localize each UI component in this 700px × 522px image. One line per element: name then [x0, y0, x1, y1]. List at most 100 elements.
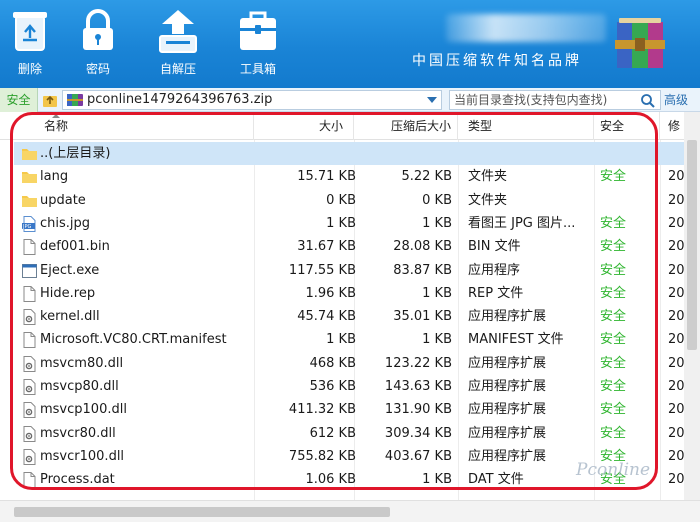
folder-icon [22, 169, 37, 185]
file-compressed-size: 309.34 KB [384, 425, 452, 441]
file-size: 31.67 KB [297, 239, 356, 255]
file-size: 1 KB [326, 215, 356, 231]
file-name: Process.dat [40, 472, 115, 488]
self-extract-button[interactable]: 自解压 [148, 4, 208, 84]
table-row[interactable]: Microsoft.VC80.CRT.manifest 1 KB 1 KB MANIF… [14, 328, 700, 351]
watermark-text: Pconline [576, 460, 651, 480]
file-size [256, 142, 356, 165]
column-name-label: 名称 [44, 119, 69, 133]
horizontal-scroll-thumb[interactable] [14, 507, 390, 517]
table-row[interactable]: def001.bin 31.67 KB 28.08 KB BIN 文件 安全 20 [14, 235, 700, 258]
advanced-search-link[interactable]: 高级 [664, 88, 688, 112]
main-toolbar: 删除 密码 自解压 工具箱 中国压缩软件知名品牌 [0, 0, 700, 88]
file-name: update [40, 192, 86, 208]
file-name: ..(上层目录) [40, 146, 111, 161]
file-type: 应用程序 [468, 262, 521, 278]
column-compressed-label: 压缩后大小 [390, 119, 451, 133]
toolbox-button[interactable]: 工具箱 [228, 4, 288, 84]
padlock-icon [83, 9, 113, 50]
file-type: 文件夹 [468, 169, 508, 185]
file-compressed-size: 83.87 KB [393, 262, 452, 278]
column-name[interactable]: 名称 [14, 112, 254, 140]
password-button-label: 密码 [85, 62, 110, 76]
file-compressed-size: 1 KB [422, 472, 452, 488]
search-box [449, 90, 661, 110]
address-bar: 安全 pconline1479264396763.zip 高级 [0, 88, 700, 112]
search-input[interactable] [454, 92, 634, 108]
table-row[interactable]: lang 15.71 KB 5.22 KB 文件夹 安全 20 [14, 165, 700, 188]
table-row[interactable]: JPG chis.jpg 1 KB 1 KB 看图王 JPG 图片... 安全 20 [14, 212, 700, 235]
safe-tag: 安全 [0, 88, 38, 112]
file-name: chis.jpg [40, 215, 91, 231]
brand-slogan: 中国压缩软件知名品牌 [412, 53, 582, 69]
vertical-scroll-thumb[interactable] [687, 140, 697, 350]
table-row[interactable]: msvcm80.dll 468 KB 123.22 KB 应用程序扩展 安全 20 [14, 352, 700, 375]
search-icon[interactable] [640, 93, 656, 109]
svg-text:JPG: JPG [22, 224, 31, 230]
file-type: 应用程序扩展 [468, 402, 547, 418]
file-type: 看图王 JPG 图片... [468, 215, 576, 231]
file-icon [22, 285, 37, 302]
file-size: 755.82 KB [288, 448, 356, 464]
vertical-scrollbar[interactable] [684, 112, 700, 500]
winrar-books-icon [615, 18, 665, 68]
horizontal-scrollbar[interactable] [0, 500, 700, 522]
table-row[interactable]: kernel.dll 45.74 KB 35.01 KB 应用程序扩展 安全 20 [14, 305, 700, 328]
file-icon [22, 472, 37, 489]
safety-status: 安全 [600, 355, 627, 371]
column-modified[interactable]: 修 [660, 112, 684, 140]
file-name: Eject.exe [40, 262, 100, 278]
folder-icon [22, 193, 37, 209]
file-size: 1.06 KB [305, 472, 356, 488]
file-name: kernel.dll [40, 309, 100, 325]
password-button[interactable]: 密码 [68, 4, 128, 84]
table-row[interactable]: update 0 KB 0 KB 文件夹 20 [14, 189, 700, 212]
table-row[interactable]: Eject.exe 117.55 KB 83.87 KB 应用程序 安全 20 [14, 259, 700, 282]
file-icon [22, 332, 37, 349]
archive-path-text: pconline1479264396763.zip [87, 92, 273, 107]
dll-icon [22, 355, 37, 372]
delete-button-label: 删除 [17, 62, 42, 76]
dll-icon [22, 379, 37, 395]
file-compressed-size: 143.63 KB [384, 379, 452, 394]
column-modified-label: 修 [668, 119, 681, 133]
file-list: 名称 大小 压缩后大小 类型 安全 修 ..(上层目录) lang 15.71 KB… [0, 112, 700, 500]
chevron-down-icon[interactable] [427, 97, 437, 103]
file-compressed-size: 1 KB [422, 285, 452, 301]
self-extract-icon [159, 10, 197, 53]
column-type[interactable]: 类型 [458, 112, 594, 140]
column-header: 名称 大小 压缩后大小 类型 安全 修 [0, 112, 700, 140]
path-combobox[interactable]: pconline1479264396763.zip [62, 90, 442, 110]
safety-status: 安全 [600, 402, 627, 418]
column-size[interactable]: 大小 [254, 112, 354, 140]
table-row[interactable]: msvcp100.dll 411.32 KB 131.90 KB 应用程序扩展 安全 20 [14, 398, 700, 421]
file-type: BIN 文件 [468, 239, 521, 255]
safety-status: 安全 [600, 239, 627, 255]
sort-arrow-icon [52, 114, 60, 118]
up-folder-icon[interactable] [40, 90, 60, 110]
file-type [468, 142, 594, 165]
recycle-bin-icon [13, 12, 47, 51]
dll-icon [22, 448, 37, 465]
dll-icon [22, 402, 37, 419]
zip-archive-icon [67, 94, 83, 106]
safety-status: 安全 [600, 215, 627, 231]
column-safety[interactable]: 安全 [594, 112, 660, 140]
file-compressed-size: 131.90 KB [384, 402, 452, 418]
column-compressed[interactable]: 压缩后大小 [354, 112, 458, 140]
table-row[interactable]: msvcp80.dll 536 KB 143.63 KB 应用程序扩展 安全 20 [14, 375, 700, 398]
file-type: REP 文件 [468, 285, 524, 301]
file-size: 612 KB [309, 425, 356, 441]
table-row[interactable]: msvcr80.dll 612 KB 309.34 KB 应用程序扩展 安全 20 [14, 422, 700, 445]
delete-button[interactable]: 删除 [0, 4, 60, 84]
file-compressed-size: 28.08 KB [393, 239, 452, 255]
parent-directory-row[interactable]: ..(上层目录) [14, 142, 700, 165]
file-compressed-size [366, 142, 452, 165]
safety-status: 安全 [600, 379, 627, 394]
file-icon [22, 239, 37, 256]
column-size-label: 大小 [318, 119, 343, 133]
file-size: 468 KB [309, 355, 356, 371]
table-row[interactable]: Hide.rep 1.96 KB 1 KB REP 文件 安全 20 [14, 282, 700, 305]
file-compressed-size: 0 KB [422, 192, 452, 208]
column-type-label: 类型 [468, 119, 493, 133]
